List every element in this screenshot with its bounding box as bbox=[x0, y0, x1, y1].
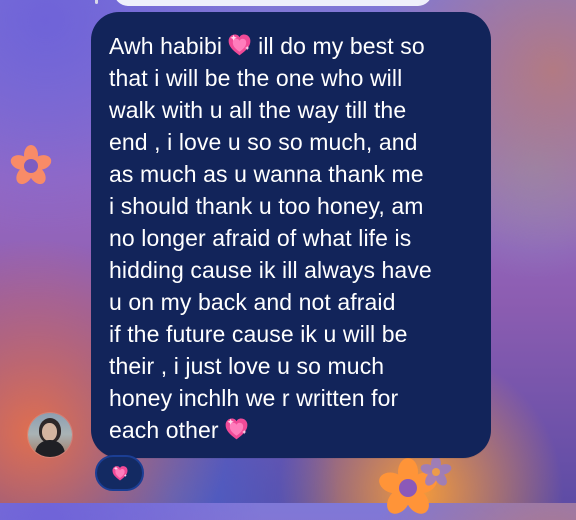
reaction-button[interactable] bbox=[95, 455, 144, 491]
top-divider-icon bbox=[95, 0, 98, 4]
message-line: honey inchlh we r written for bbox=[109, 385, 399, 411]
message-line: end , i love u so so much, and bbox=[109, 129, 418, 155]
message-line: their , i just love u so much bbox=[109, 353, 385, 379]
message-bubble[interactable]: Awh habibi ill do my best so that i will… bbox=[91, 12, 491, 458]
sparkling-heart-icon bbox=[228, 34, 251, 56]
message-line: walk with u all the way till the bbox=[109, 97, 407, 123]
message-text-start: Awh habibi bbox=[109, 33, 223, 59]
flower-icon bbox=[420, 456, 452, 486]
message-line: that i will be the one who will bbox=[109, 65, 403, 91]
sparkling-heart-icon bbox=[225, 418, 248, 440]
message-line: Awh habibi ill do my best so bbox=[109, 30, 471, 62]
message-text-end: each other bbox=[109, 417, 219, 443]
message-line: i should thank u too honey, am bbox=[109, 193, 424, 219]
sparkling-heart-icon bbox=[112, 466, 127, 481]
message-line: if the future cause ik u will be bbox=[109, 321, 408, 347]
message-line: hidding cause ik ill always have bbox=[109, 257, 432, 283]
flower-icon bbox=[10, 145, 52, 185]
avatar-face bbox=[42, 423, 57, 441]
message-line: as much as u wanna thank me bbox=[109, 161, 424, 187]
flower-icon bbox=[379, 458, 437, 514]
message-line: no longer afraid of what life is bbox=[109, 225, 412, 251]
avatar-body bbox=[35, 440, 65, 457]
message-line: u on my back and not afraid bbox=[109, 289, 396, 315]
message-text-end: ill do my best so bbox=[258, 33, 425, 59]
avatar[interactable] bbox=[28, 413, 72, 457]
previous-message-bubble bbox=[114, 0, 432, 6]
message-line: each other bbox=[109, 414, 471, 446]
